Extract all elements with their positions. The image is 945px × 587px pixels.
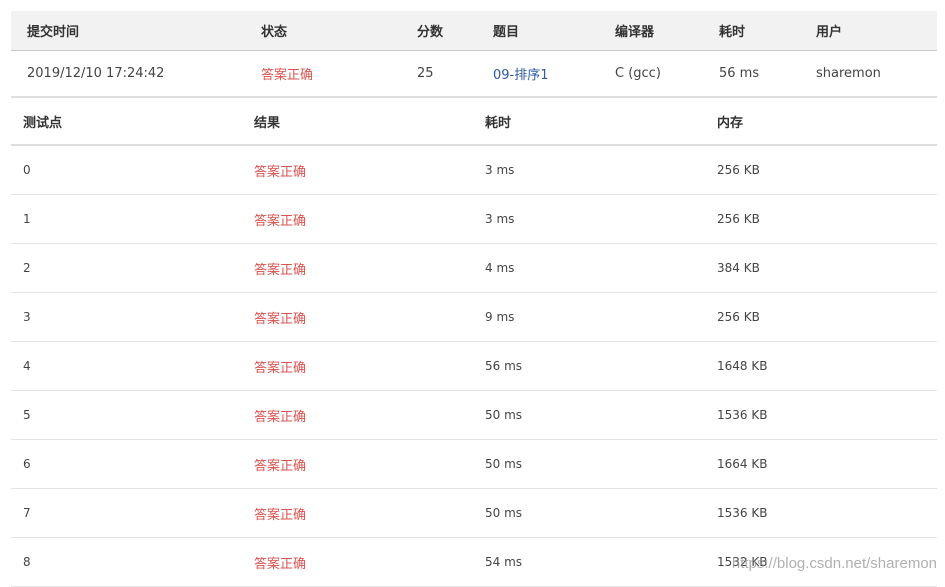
test-memory: 256 KB: [717, 310, 760, 324]
test-memory: 384 KB: [717, 261, 760, 275]
header-problem: 题目: [493, 25, 520, 40]
score-value: 25: [417, 66, 434, 81]
table-row: 5 答案正确 50 ms 1536 KB: [11, 391, 937, 440]
test-time: 54 ms: [485, 555, 523, 569]
user-value: sharemon: [816, 66, 881, 81]
test-memory: 1536 KB: [717, 506, 768, 520]
table-row: 7 答案正确 50 ms 1536 KB: [11, 489, 937, 538]
test-point-id: 6: [23, 457, 31, 471]
submit-time: 2019/12/10 17:24:42: [27, 66, 165, 81]
test-result: 答案正确: [254, 409, 307, 425]
test-time: 3 ms: [485, 212, 515, 226]
test-memory: 256 KB: [717, 212, 760, 226]
test-result: 答案正确: [254, 213, 307, 229]
test-point-id: 5: [23, 408, 31, 422]
compiler-value: C (gcc): [615, 66, 661, 81]
elapsed-value: 56 ms: [719, 66, 760, 81]
header-compiler: 编译器: [615, 25, 655, 40]
test-time: 9 ms: [485, 310, 515, 324]
header-status: 状态: [261, 25, 288, 40]
test-time: 56 ms: [485, 359, 523, 373]
test-result: 答案正确: [254, 458, 307, 474]
test-time: 50 ms: [485, 457, 523, 471]
watermark: https://blog.csdn.net/sharemon: [731, 555, 937, 572]
table-row: 6 答案正确 50 ms 1664 KB: [11, 440, 937, 489]
header-test-point: 测试点: [23, 115, 63, 131]
test-point-id: 2: [23, 261, 31, 275]
test-time: 50 ms: [485, 506, 523, 520]
submission-row: 2019/12/10 17:24:42 答案正确 25 09-排序1 C (gc…: [11, 51, 937, 98]
test-result: 答案正确: [254, 556, 307, 572]
test-memory: 256 KB: [717, 163, 760, 177]
test-result: 答案正确: [254, 360, 307, 376]
test-result: 答案正确: [254, 507, 307, 523]
submission-detail: 提交时间 状态 分数 题目 编译器 耗时 用户 2019/12/10 17:24…: [11, 11, 937, 587]
table-row: 0 答案正确 3 ms 256 KB: [11, 146, 937, 195]
test-memory: 1536 KB: [717, 408, 768, 422]
header-submit-time: 提交时间: [27, 25, 80, 40]
test-point-id: 1: [23, 212, 31, 226]
test-result: 答案正确: [254, 164, 307, 180]
status-badge: 答案正确: [261, 68, 314, 83]
test-point-id: 8: [23, 555, 31, 569]
test-point-id: 4: [23, 359, 31, 373]
test-time: 50 ms: [485, 408, 523, 422]
header-score: 分数: [417, 25, 444, 40]
table-row: 2 答案正确 4 ms 384 KB: [11, 244, 937, 293]
test-memory: 1664 KB: [717, 457, 768, 471]
test-memory: 1648 KB: [717, 359, 768, 373]
test-point-id: 0: [23, 163, 31, 177]
submission-table-header: 提交时间 状态 分数 题目 编译器 耗时 用户: [11, 11, 937, 51]
header-memory: 内存: [717, 115, 744, 131]
table-row: 3 答案正确 9 ms 256 KB: [11, 293, 937, 342]
test-result: 答案正确: [254, 311, 307, 327]
header-time: 耗时: [485, 115, 512, 131]
header-elapsed: 耗时: [719, 25, 746, 40]
table-row: 4 答案正确 56 ms 1648 KB: [11, 342, 937, 391]
test-time: 4 ms: [485, 261, 515, 275]
test-result: 答案正确: [254, 262, 307, 278]
test-case-table-header: 测试点 结果 耗时 内存: [11, 98, 937, 146]
test-time: 3 ms: [485, 163, 515, 177]
test-point-id: 7: [23, 506, 31, 520]
header-result: 结果: [254, 115, 281, 131]
header-user: 用户: [816, 25, 843, 40]
problem-link[interactable]: 09-排序1: [493, 51, 549, 96]
test-point-id: 3: [23, 310, 31, 324]
table-row: 1 答案正确 3 ms 256 KB: [11, 195, 937, 244]
